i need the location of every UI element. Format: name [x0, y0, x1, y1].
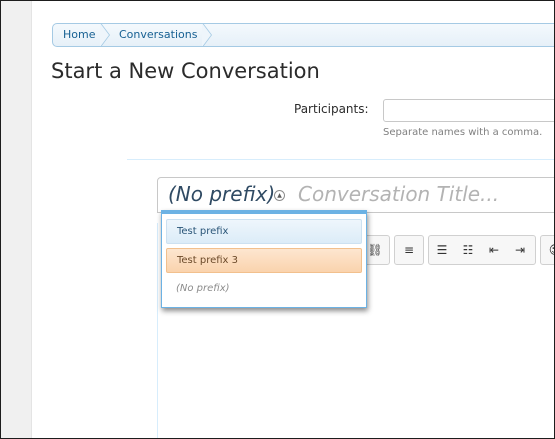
page-title: Start a New Conversation [51, 59, 320, 83]
participants-hint: Separate names with a comma. [383, 127, 543, 138]
breadcrumb-separator-fill [100, 24, 109, 46]
left-gutter [1, 1, 32, 438]
prefix-option[interactable]: Test prefix 3 [166, 248, 362, 273]
prefix-dropdown-toggle-icon[interactable]: ▲ [274, 190, 285, 201]
smiley-icon[interactable]: ☺ [546, 242, 554, 258]
content-area: Home Conversations Start a New Conversat… [32, 1, 554, 438]
align-left-icon[interactable]: ≡ [400, 242, 418, 258]
toolbar-group-lists: ☰ ☷ ⇤ ⇥ [428, 235, 536, 265]
title-input[interactable]: Conversation Title... [298, 182, 499, 206]
outdent-icon[interactable]: ⇤ [485, 242, 503, 258]
numbered-list-icon[interactable]: ☷ [459, 242, 477, 258]
participants-label: Participants: [294, 102, 369, 116]
prefix-dropdown-menu: Test prefix Test prefix 3 (No prefix) [161, 210, 367, 308]
conversation-title-field[interactable]: (No prefix) ▲ Conversation Title... [157, 177, 554, 213]
toolbar-group-smilies: ☺ [540, 235, 554, 265]
breadcrumb: Home Conversations [52, 23, 554, 47]
window-frame: Home Conversations Start a New Conversat… [0, 0, 555, 439]
breadcrumb-conversations-link[interactable]: Conversations [109, 24, 197, 46]
section-divider [127, 159, 554, 160]
indent-icon[interactable]: ⇥ [511, 242, 529, 258]
breadcrumb-separator-fill [202, 24, 211, 46]
prefix-option-none[interactable]: (No prefix) [166, 277, 362, 302]
unlink-icon[interactable]: ⛓ [366, 242, 384, 258]
participants-input[interactable] [383, 99, 554, 122]
prefix-selector[interactable]: (No prefix) [168, 182, 275, 206]
toolbar-group-align: ≡ [394, 235, 424, 265]
prefix-option[interactable]: Test prefix [166, 219, 362, 244]
bullet-list-icon[interactable]: ☰ [433, 242, 451, 258]
